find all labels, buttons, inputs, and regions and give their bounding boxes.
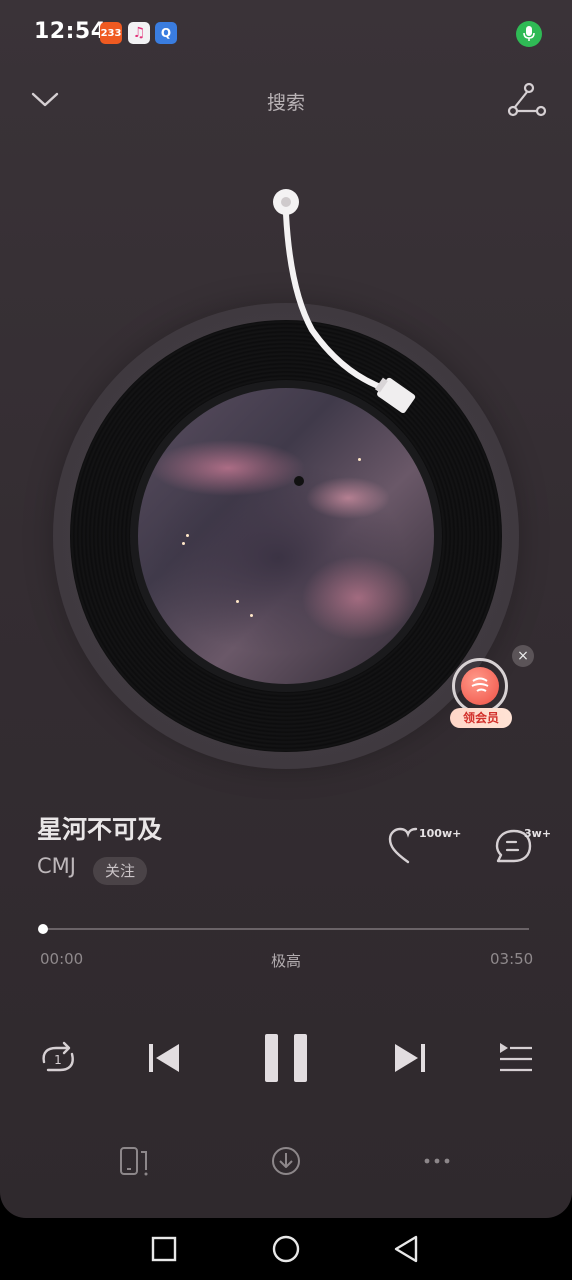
download-icon[interactable]: [270, 1145, 302, 1177]
app-233-icon: 233: [100, 22, 122, 44]
artist-name[interactable]: CMJ: [37, 854, 76, 878]
playlist-icon[interactable]: [496, 1040, 534, 1076]
page-title[interactable]: 搜索: [0, 88, 572, 115]
next-icon[interactable]: [392, 1040, 428, 1076]
player-screen: 12:54 233 ♫ Q 搜索 领会员 × 星河不可及 CMJ 关注 100w…: [0, 0, 572, 1218]
share-icon[interactable]: [506, 80, 548, 120]
status-time: 12:54: [34, 19, 107, 44]
quality-selector[interactable]: 极高: [0, 950, 572, 971]
follow-button[interactable]: 关注: [93, 857, 147, 885]
vip-label: 领会员: [450, 708, 512, 728]
more-icon[interactable]: [422, 1150, 452, 1172]
total-time: 03:50: [490, 950, 534, 968]
status-bar: 12:54 233 ♫ Q: [0, 0, 572, 66]
repeat-one-icon[interactable]: 1: [38, 1040, 78, 1076]
previous-icon[interactable]: [146, 1040, 182, 1076]
tonearm: [273, 189, 416, 414]
svg-text:1: 1: [54, 1053, 62, 1067]
close-icon[interactable]: ×: [512, 645, 534, 667]
vip-logo-icon: [461, 667, 499, 705]
home-icon[interactable]: [270, 1233, 302, 1265]
pause-icon[interactable]: [262, 1032, 310, 1084]
microphone-icon: [516, 21, 542, 47]
recent-apps-icon[interactable]: [148, 1233, 180, 1265]
back-icon[interactable]: [390, 1233, 422, 1265]
album-cover[interactable]: [138, 388, 434, 684]
q-app-icon: Q: [155, 22, 177, 44]
device-icon[interactable]: [117, 1145, 151, 1177]
progress-knob[interactable]: [38, 924, 48, 934]
vip-promo-badge[interactable]: 领会员: [450, 656, 512, 732]
like-count: 100w+: [419, 827, 462, 840]
song-title: 星河不可及: [37, 815, 163, 844]
music-app-icon: ♫: [128, 22, 150, 44]
comment-count: 3w+: [524, 827, 552, 840]
progress-bar[interactable]: [43, 928, 529, 930]
